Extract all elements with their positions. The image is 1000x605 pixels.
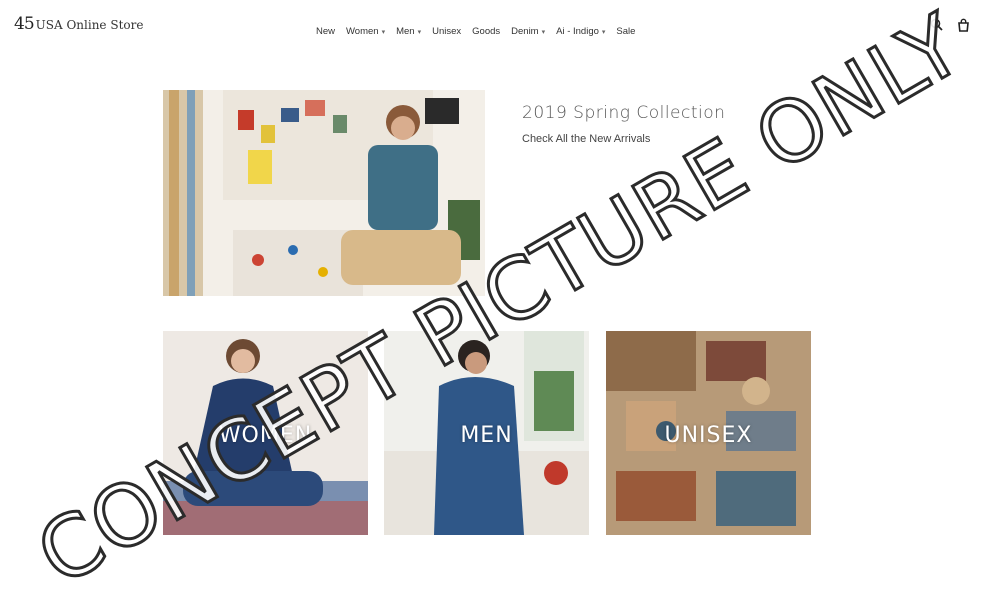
bag-icon[interactable] xyxy=(957,18,970,32)
nav-label: Unisex xyxy=(432,26,462,37)
chevron-down-icon: ▾ xyxy=(601,28,606,36)
logo-mark: 45 xyxy=(14,14,35,34)
nav-item-denim[interactable]: Denim ▾ xyxy=(511,26,545,37)
chevron-down-icon: ▾ xyxy=(541,28,546,36)
hero-title: 2019 Spring Collection xyxy=(522,103,726,123)
category-men-label: MEN xyxy=(460,423,513,448)
category-unisex-label: UNISEX xyxy=(664,423,753,448)
nav-label: Women xyxy=(346,26,379,37)
nav-label: Goods xyxy=(472,26,501,37)
hero-image[interactable] xyxy=(163,90,485,296)
hero-subtitle[interactable]: Check All the New Arrivals xyxy=(522,133,650,145)
nav-label: Sale xyxy=(616,26,636,37)
nav-item-ai-indigo[interactable]: Ai - Indigo ▾ xyxy=(556,26,605,37)
chevron-down-icon: ▾ xyxy=(417,28,422,36)
nav-item-unisex[interactable]: Unisex xyxy=(432,26,461,37)
nav-label: Ai - Indigo xyxy=(556,26,599,37)
nav-item-goods[interactable]: Goods xyxy=(472,26,500,37)
nav-item-sale[interactable]: Sale xyxy=(616,26,635,37)
category-unisex[interactable]: UNISEX xyxy=(606,331,811,535)
site-logo[interactable]: 45 USA Online Store xyxy=(14,14,143,34)
nav-label: Denim xyxy=(511,26,539,37)
main-nav: New Women ▾ Men ▾ Unisex Goods Denim ▾ Ai -… xyxy=(316,26,635,37)
search-icon[interactable] xyxy=(930,18,943,32)
nav-item-new[interactable]: New xyxy=(316,26,335,37)
category-women[interactable]: WOMEN xyxy=(163,331,368,535)
nav-item-women[interactable]: Women ▾ xyxy=(346,26,385,37)
nav-label: Men xyxy=(396,26,415,37)
category-men[interactable]: MEN xyxy=(384,331,589,535)
logo-text: USA Online Store xyxy=(35,18,144,32)
header-actions xyxy=(930,18,970,32)
category-women-label: WOMEN xyxy=(218,423,313,448)
nav-label: New xyxy=(316,26,336,37)
chevron-down-icon: ▾ xyxy=(381,28,386,36)
nav-item-men[interactable]: Men ▾ xyxy=(396,26,421,37)
